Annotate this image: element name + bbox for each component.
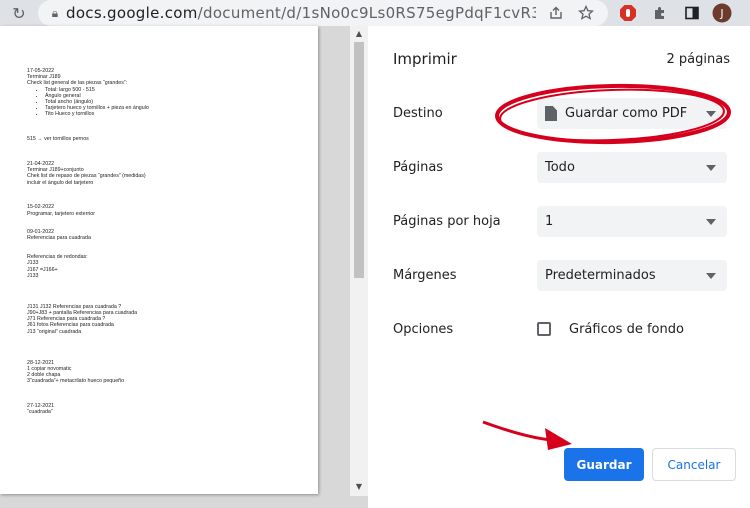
url-text: docs.google.com/document/d/1sNo0c9Ls0RS7… [66,4,536,22]
chevron-down-icon [706,218,716,225]
save-button[interactable]: Guardar [564,448,644,481]
print-preview: 17-05-2022 Terminar J189 Check list genera… [0,26,368,508]
pages-label: Páginas [393,160,444,175]
adblock-extension-icon[interactable] [618,3,638,23]
url-host: docs.google.com [66,4,198,22]
scroll-thumb[interactable] [354,42,364,278]
extensions-puzzle-icon[interactable] [650,3,670,23]
chevron-down-icon [706,272,716,279]
print-settings-panel: Imprimir 2 páginas Destino Guardar como … [368,26,750,496]
margins-label: Márgenes [393,268,457,283]
scroll-up-icon[interactable]: ▲ [354,29,364,39]
url-path: /document/d/1sNo0c9Ls0RS75egPdqF1cvR30RD… [197,4,536,22]
bookmark-star-icon[interactable] [576,3,596,23]
share-icon[interactable] [546,3,566,23]
doc-line: “cuadrada” [27,409,53,416]
cancel-button[interactable]: Cancelar [652,448,736,481]
browser-toolbar: ↻ 🔒︎ docs.google.com/document/d/1sNo0c9L… [0,0,750,26]
destination-label: Destino [393,106,443,121]
options-label: Opciones [393,322,454,337]
margins-value: Predeterminados [545,268,656,283]
background-graphics-checkbox[interactable] [537,322,551,336]
address-bar[interactable]: 🔒︎ docs.google.com/document/d/1sNo0c9Ls0… [38,0,608,26]
per-sheet-select[interactable]: 1 [537,206,727,237]
profile-avatar[interactable]: J [712,3,732,23]
page-count: 2 páginas [666,52,730,67]
side-panel-icon[interactable] [682,3,702,23]
pages-select[interactable]: Todo [537,152,727,183]
destination-value: Guardar como PDF [565,106,688,121]
bullet-list: Total: largo 500 - 515Ángulo generalTota… [27,87,312,118]
chevron-down-icon [706,164,716,171]
preview-page: 17-05-2022 Terminar J189 Check list genera… [0,26,318,494]
per-sheet-label: Páginas por hoja [393,214,501,229]
margins-select[interactable]: Predeterminados [537,260,727,291]
per-sheet-value: 1 [545,214,554,229]
chevron-down-icon [706,110,716,117]
reload-icon[interactable]: ↻ [8,2,30,24]
background-graphics-label: Gráficos de fondo [569,322,684,337]
print-title: Imprimir [393,50,457,68]
pages-value: Todo [545,160,575,175]
destination-select[interactable]: Guardar como PDF [537,98,727,129]
document-content: 17-05-2022 Terminar J189 Check list genera… [27,68,312,415]
lock-icon: 🔒︎ [51,5,59,20]
preview-scrollbar[interactable]: ▲ ▼ [350,26,368,496]
profile-initial: J [719,7,723,20]
document-icon [545,106,557,121]
scroll-down-icon[interactable]: ▼ [354,482,364,492]
